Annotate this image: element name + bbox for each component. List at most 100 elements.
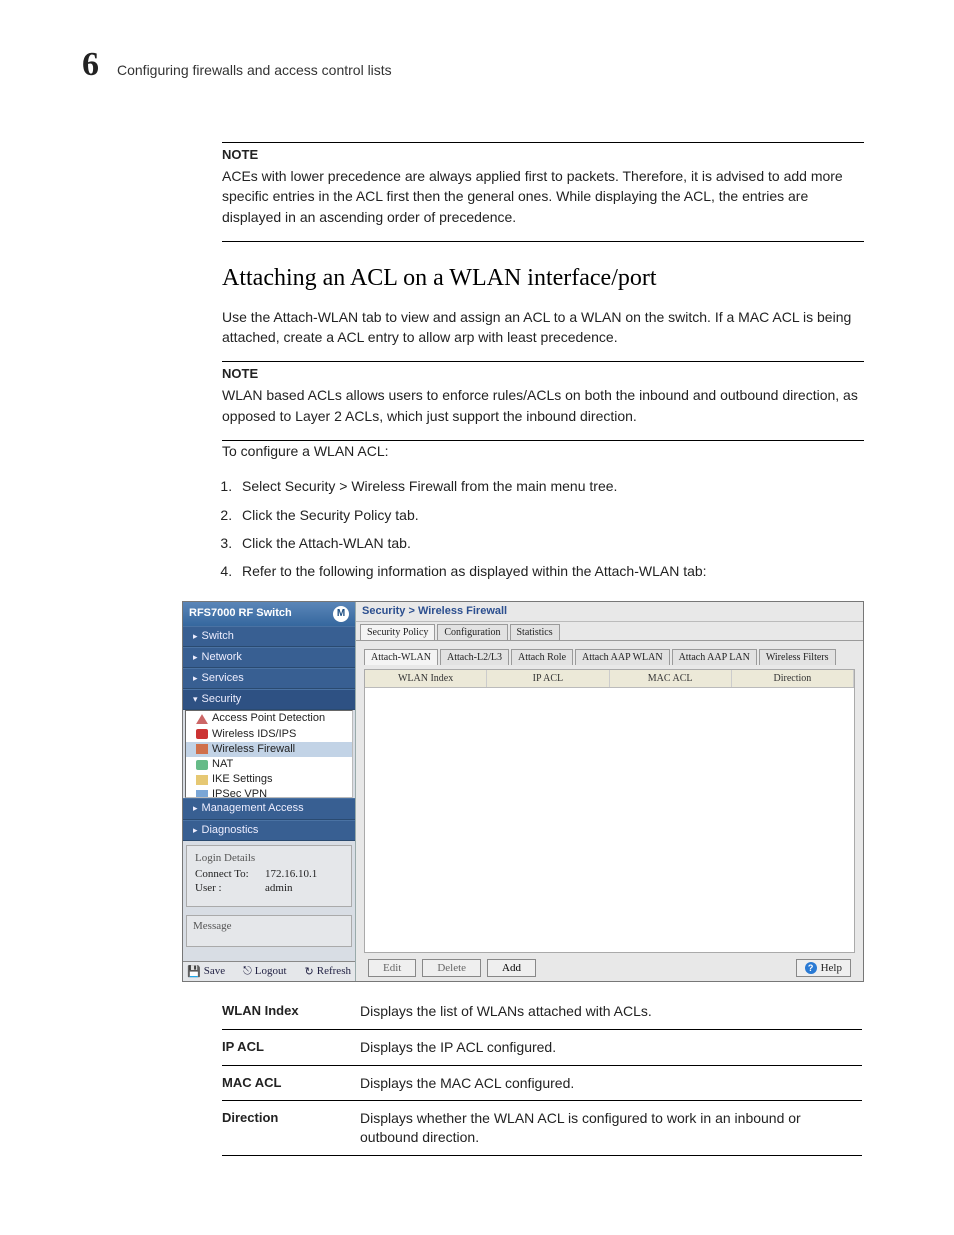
note-text: ACEs with lower precedence are always ap…	[222, 166, 864, 227]
add-button[interactable]: Add	[487, 959, 536, 977]
table-row: WLAN Index Displays the list of WLANs at…	[222, 994, 862, 1029]
desc-val: Displays the MAC ACL configured.	[360, 1065, 862, 1101]
tree-item-wireless-firewall[interactable]: Wireless Firewall	[186, 742, 352, 757]
desc-key: WLAN Index	[222, 994, 360, 1029]
note-label: NOTE	[222, 366, 864, 381]
col-ip-acl[interactable]: IP ACL	[487, 670, 609, 687]
nav-item-management[interactable]: ▸Management Access	[183, 798, 355, 819]
product-name: RFS7000	[189, 607, 235, 619]
nav-item-diagnostics[interactable]: ▸Diagnostics	[183, 820, 355, 841]
save-link[interactable]: 💾Save	[187, 965, 225, 978]
nav-item-switch[interactable]: ▸Switch	[183, 626, 355, 647]
edit-button[interactable]: Edit	[368, 959, 416, 977]
tree-item-ids-ips[interactable]: Wireless IDS/IPS	[186, 727, 352, 742]
page-header: 6 Configuring firewalls and access contr…	[0, 0, 954, 82]
nav-item-network[interactable]: ▸Network	[183, 647, 355, 668]
page-content: NOTE ACEs with lower precedence are alwa…	[222, 142, 864, 1156]
tree-item-ike[interactable]: IKE Settings	[186, 772, 352, 787]
tab-attach-wlan[interactable]: Attach-WLAN	[364, 649, 438, 665]
table-row: IP ACL Displays the IP ACL configured.	[222, 1029, 862, 1065]
sidebar-title: RFS7000 RF Switch M	[183, 602, 355, 626]
refresh-link[interactable]: ↻Refresh	[305, 965, 351, 978]
table-header: WLAN Index IP ACL MAC ACL Direction	[365, 670, 854, 688]
tab-attach-aap-wlan[interactable]: Attach AAP WLAN	[575, 649, 670, 665]
steps-intro: To configure a WLAN ACL:	[222, 441, 864, 461]
tab-attach-l2l3[interactable]: Attach-L2/L3	[440, 649, 509, 665]
nat-icon	[196, 760, 208, 770]
security-tree[interactable]: Access Point Detection Wireless IDS/IPS …	[185, 710, 353, 798]
tree-item-ipsec-vpn[interactable]: IPSec VPN	[186, 787, 352, 798]
note-label: NOTE	[222, 147, 864, 162]
acl-table: WLAN Index IP ACL MAC ACL Direction	[364, 669, 855, 953]
field-description-table: WLAN Index Displays the list of WLANs at…	[222, 994, 862, 1156]
desc-val: Displays the list of WLANs attached with…	[360, 994, 862, 1029]
delete-button[interactable]: Delete	[422, 959, 481, 977]
desc-val: Displays the IP ACL configured.	[360, 1029, 862, 1065]
divider	[222, 241, 864, 242]
col-wlan-index[interactable]: WLAN Index	[365, 670, 487, 687]
step-item: Refer to the following information as di…	[236, 560, 864, 582]
message-panel: Message	[186, 915, 352, 947]
desc-val: Displays whether the WLAN ACL is configu…	[360, 1101, 862, 1156]
sidebar: RFS7000 RF Switch M ▸Switch ▸Network ▸Se…	[183, 602, 356, 981]
col-mac-acl[interactable]: MAC ACL	[610, 670, 732, 687]
chevron-right-icon: ▸	[193, 825, 198, 835]
tabs-primary: Security Policy Configuration Statistics	[356, 622, 863, 640]
help-icon: ?	[805, 962, 817, 974]
ap-icon	[196, 714, 208, 724]
table-body-empty	[365, 688, 854, 952]
product-sub: RF Switch	[239, 607, 292, 619]
step-item: Click the Security Policy tab.	[236, 504, 864, 526]
logout-icon: ⎋	[243, 965, 252, 978]
section-intro: Use the Attach-WLAN tab to view and assi…	[222, 307, 864, 348]
table-row: MAC ACL Displays the MAC ACL configured.	[222, 1065, 862, 1101]
help-button[interactable]: ? Help	[796, 959, 851, 977]
tab-statistics[interactable]: Statistics	[510, 624, 560, 640]
note-text: WLAN based ACLs allows users to enforce …	[222, 385, 864, 426]
nav-item-security[interactable]: ▾Security	[183, 689, 355, 710]
chevron-right-icon: ▸	[193, 631, 198, 641]
ids-icon	[196, 729, 208, 739]
desc-key: Direction	[222, 1101, 360, 1156]
connect-value: 172.16.10.1	[265, 868, 317, 880]
chevron-right-icon: ▸	[193, 803, 198, 813]
chevron-down-icon: ▾	[193, 694, 198, 704]
app-screenshot: RFS7000 RF Switch M ▸Switch ▸Network ▸Se…	[182, 601, 864, 982]
main-panel: Security > Wireless Firewall Security Po…	[356, 602, 863, 981]
tree-item-ap-detection[interactable]: Access Point Detection	[186, 711, 352, 726]
step-item: Select Security > Wireless Firewall from…	[236, 475, 864, 497]
user-label: User :	[195, 882, 257, 894]
vpn-icon	[196, 790, 208, 798]
refresh-icon: ↻	[305, 965, 314, 978]
tree-item-nat[interactable]: NAT	[186, 757, 352, 772]
desc-key: MAC ACL	[222, 1065, 360, 1101]
firewall-icon	[196, 744, 208, 754]
tab-attach-aap-lan[interactable]: Attach AAP LAN	[672, 649, 757, 665]
chevron-right-icon: ▸	[193, 652, 198, 662]
nav-item-services[interactable]: ▸Services	[183, 668, 355, 689]
tab-attach-role[interactable]: Attach Role	[511, 649, 573, 665]
brand-logo-icon: M	[333, 606, 349, 622]
divider	[222, 361, 864, 362]
sidebar-footer: 💾Save ⎋Logout ↻Refresh	[183, 961, 355, 981]
tab-wireless-filters[interactable]: Wireless Filters	[759, 649, 836, 665]
button-row: Edit Delete Add ? Help	[364, 953, 855, 977]
tab-configuration[interactable]: Configuration	[437, 624, 507, 640]
user-value: admin	[265, 882, 293, 894]
connect-label: Connect To:	[195, 868, 257, 880]
tabpane-security-policy: Attach-WLAN Attach-L2/L3 Attach Role Att…	[356, 640, 863, 981]
ike-icon	[196, 775, 208, 785]
tabs-secondary: Attach-WLAN Attach-L2/L3 Attach Role Att…	[364, 649, 855, 665]
col-direction[interactable]: Direction	[732, 670, 854, 687]
save-icon: 💾	[187, 965, 201, 978]
chevron-right-icon: ▸	[193, 673, 198, 683]
tab-security-policy[interactable]: Security Policy	[360, 624, 435, 640]
table-row: Direction Displays whether the WLAN ACL …	[222, 1101, 862, 1156]
logout-link[interactable]: ⎋Logout	[243, 965, 286, 978]
chapter-number: 6	[82, 48, 99, 82]
desc-key: IP ACL	[222, 1029, 360, 1065]
divider	[222, 142, 864, 143]
step-item: Click the Attach-WLAN tab.	[236, 532, 864, 554]
steps-list: Select Security > Wireless Firewall from…	[236, 475, 864, 583]
chapter-title: Configuring firewalls and access control…	[117, 61, 392, 79]
